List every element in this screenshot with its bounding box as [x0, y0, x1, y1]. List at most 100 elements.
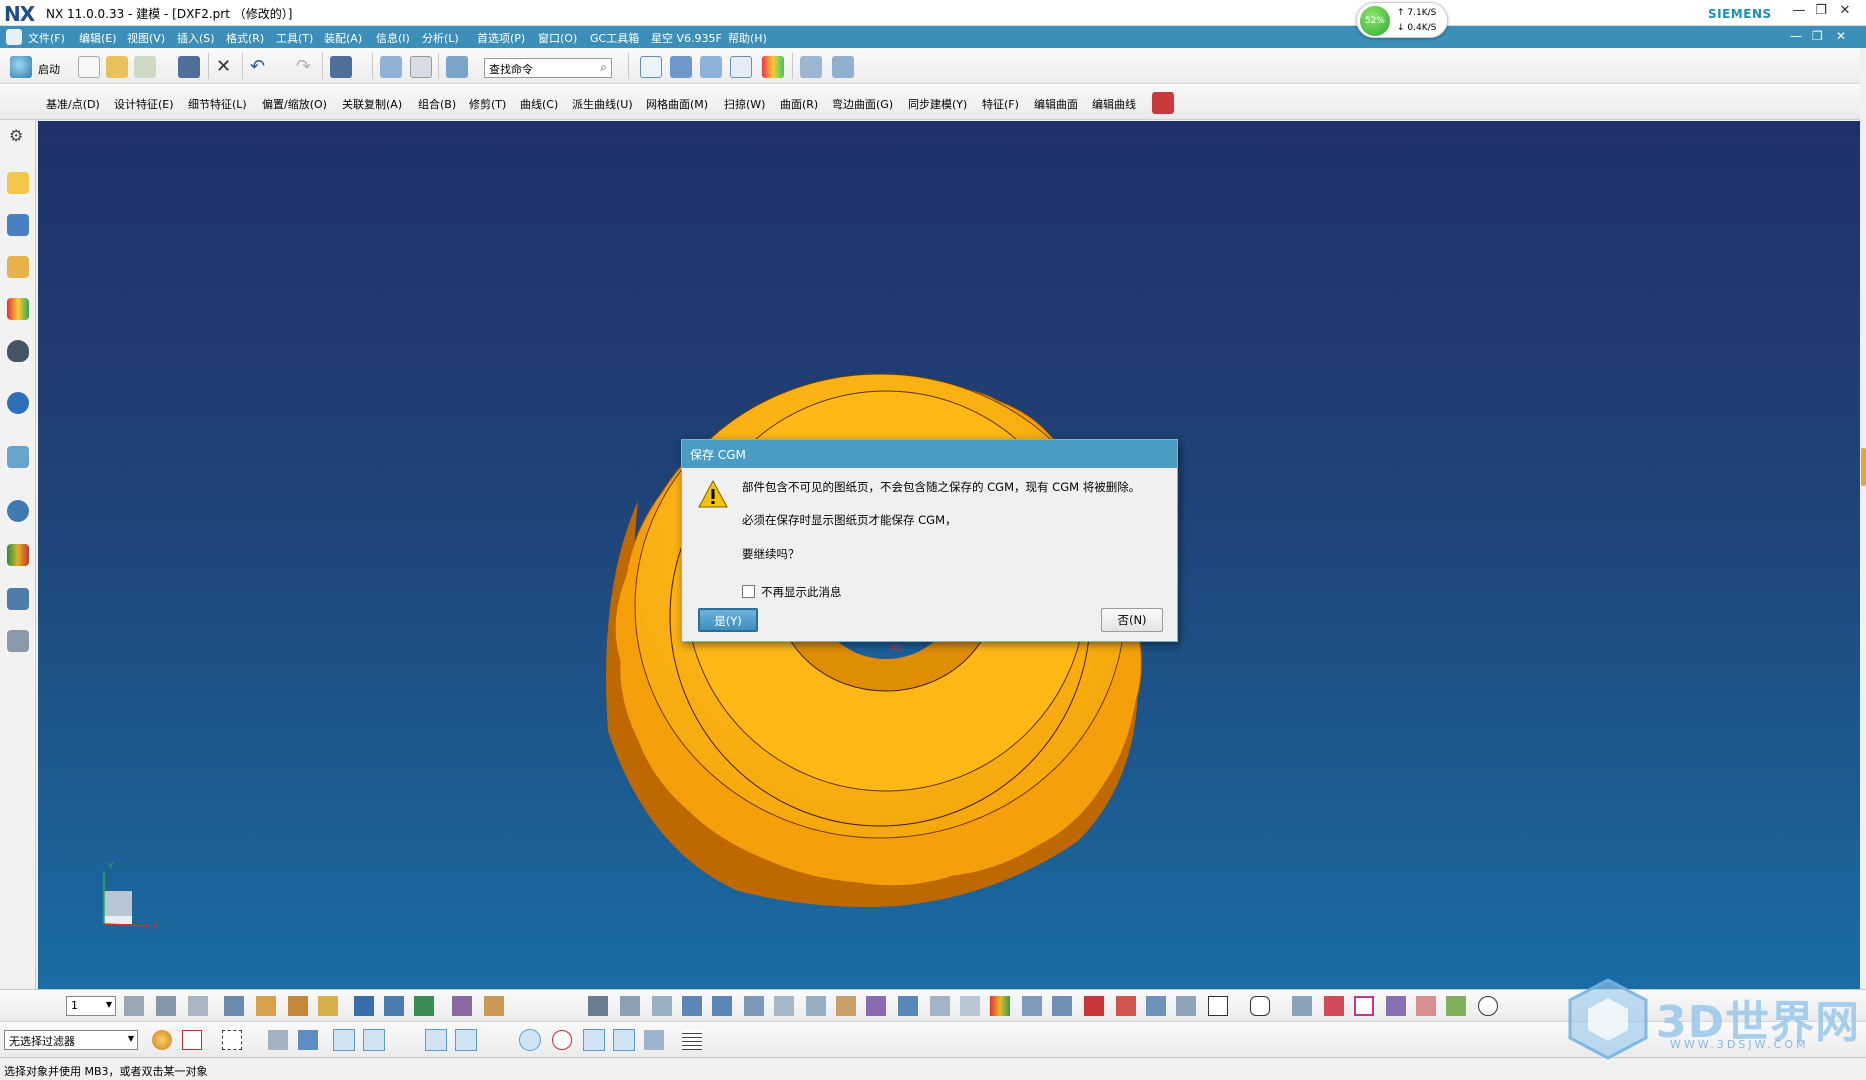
menu-info[interactable]: 信息(I): [376, 30, 410, 46]
menu-view[interactable]: 视图(V): [127, 30, 165, 46]
snap-arc-center-icon[interactable]: [519, 1029, 541, 1051]
layer-settings-icon[interactable]: [124, 996, 144, 1016]
window-cascade-icon[interactable]: [410, 56, 432, 78]
combine-menu[interactable]: 组合(B): [418, 96, 456, 112]
rectangle-icon[interactable]: [1208, 996, 1228, 1016]
studio-icon[interactable]: [762, 56, 784, 78]
save-as-icon[interactable]: [330, 56, 352, 78]
start-icon[interactable]: [10, 56, 32, 78]
save-icon[interactable]: [178, 56, 200, 78]
select-face-icon[interactable]: [268, 1030, 288, 1050]
edit-parameters-icon[interactable]: [588, 996, 608, 1016]
snap-perpendicular-icon[interactable]: [488, 1030, 508, 1050]
menu-help[interactable]: 帮助(H): [728, 30, 767, 46]
feature-menu[interactable]: 特征(F): [982, 96, 1019, 112]
menu-preferences[interactable]: 首选项(P): [477, 30, 525, 46]
work-layer-select[interactable]: 1 ▼: [66, 996, 116, 1016]
yes-button[interactable]: 是(Y): [698, 608, 758, 632]
block-icon[interactable]: [836, 996, 856, 1016]
assembly-navigator-icon[interactable]: [7, 172, 29, 194]
surface-menu[interactable]: 曲面(R): [780, 96, 818, 112]
point-on-curve-icon[interactable]: [1354, 996, 1374, 1016]
snap-intersection-icon[interactable]: [425, 1029, 447, 1051]
no-button[interactable]: 否(N): [1101, 608, 1163, 632]
menu-gc-toolbox[interactable]: GC工具箱: [590, 30, 639, 46]
synchronous-modeling-menu[interactable]: 同步建模(Y): [908, 96, 967, 112]
redo-icon[interactable]: ↷: [296, 56, 311, 77]
extrude-icon[interactable]: [806, 996, 826, 1016]
grid-snap-icon[interactable]: [1324, 996, 1344, 1016]
sweep-menu[interactable]: 扫掠(W): [724, 96, 765, 112]
snap-existing-point-icon[interactable]: [583, 1029, 605, 1051]
transform-icon[interactable]: [744, 996, 764, 1016]
shaded-with-edges-icon[interactable]: [670, 56, 692, 78]
doc-minimize-button[interactable]: —: [1790, 29, 1802, 43]
new-file-icon[interactable]: [78, 56, 100, 78]
start-button[interactable]: 启动: [38, 61, 60, 77]
snap-endpoint-icon[interactable]: [333, 1029, 355, 1051]
undo-icon[interactable]: ↶: [250, 56, 265, 77]
network-monitor-widget[interactable]: 52% ↑ 7.1K/S ↓ 0.4K/S: [1356, 2, 1448, 38]
mirror-icon[interactable]: [1416, 996, 1436, 1016]
feature-tool-icon[interactable]: [1152, 92, 1174, 114]
constraint-navigator-icon[interactable]: [7, 214, 29, 236]
snap-mid-icon[interactable]: [414, 996, 434, 1016]
dont-show-again-checkbox[interactable]: [742, 585, 755, 598]
process-studio-icon[interactable]: [7, 588, 29, 610]
dimension-icon[interactable]: [1292, 996, 1312, 1016]
trim-menu[interactable]: 修剪(T): [469, 96, 506, 112]
system-materials-icon[interactable]: [7, 544, 29, 566]
trim-body-icon[interactable]: [1176, 996, 1196, 1016]
fit-view-icon[interactable]: [640, 56, 662, 78]
detail-feature-menu[interactable]: 细节特征(L): [188, 96, 247, 112]
edit-surface-menu[interactable]: 编辑曲面: [1034, 96, 1078, 112]
snap-point-on-curve-icon[interactable]: [613, 1029, 635, 1051]
open-folder-icon[interactable]: [106, 56, 128, 78]
measure-angle-icon[interactable]: [484, 996, 504, 1016]
snap-on-surface-icon[interactable]: [644, 1030, 664, 1050]
menu-edit[interactable]: 编辑(E): [79, 30, 117, 46]
menu-file[interactable]: 文件(F): [28, 30, 65, 46]
subtract-icon[interactable]: [1116, 996, 1136, 1016]
delete-icon[interactable]: ✕: [216, 56, 231, 77]
polygon-icon[interactable]: [1250, 996, 1270, 1016]
part-navigator-icon[interactable]: [7, 256, 29, 278]
paint-icon[interactable]: [1446, 996, 1466, 1016]
derived-curve-menu[interactable]: 派生曲线(U): [572, 96, 633, 112]
snap-midpoint-icon[interactable]: [363, 1029, 385, 1051]
wcs-dynamic-icon[interactable]: [256, 996, 276, 1016]
edit-curve-menu[interactable]: 编辑曲线: [1092, 96, 1136, 112]
arrow-left-icon[interactable]: [682, 996, 702, 1016]
snap-end-icon[interactable]: [384, 996, 404, 1016]
web-browser-icon[interactable]: [7, 446, 29, 468]
snap-control-point-icon[interactable]: [394, 1030, 414, 1050]
restore-button[interactable]: ❐: [1812, 3, 1830, 21]
unite-icon[interactable]: [1084, 996, 1104, 1016]
select-body-icon[interactable]: [298, 1030, 318, 1050]
rectangle-select-icon[interactable]: [222, 1030, 242, 1050]
pattern-icon[interactable]: [1386, 996, 1406, 1016]
move-to-layer-icon[interactable]: [156, 996, 176, 1016]
snap-quadrant-icon[interactable]: [552, 1030, 572, 1050]
menu-assembly[interactable]: 装配(A): [324, 30, 362, 46]
draft-icon[interactable]: [1022, 996, 1042, 1016]
doc-restore-button[interactable]: ❐: [1812, 29, 1823, 43]
menu-format[interactable]: 格式(R): [226, 30, 264, 46]
face-analysis-icon[interactable]: [990, 996, 1010, 1016]
measure-distance-icon[interactable]: [452, 996, 472, 1016]
suppress-feature-icon[interactable]: [620, 996, 640, 1016]
circle-icon[interactable]: [1478, 996, 1498, 1016]
offset-face-icon[interactable]: [1052, 996, 1072, 1016]
menu-xingkong[interactable]: 星空 V6.935F: [651, 30, 722, 46]
history-icon[interactable]: [7, 500, 29, 522]
nx-menu-icon[interactable]: [6, 29, 22, 45]
cube-icon[interactable]: [866, 996, 886, 1016]
command-search-input[interactable]: 查找命令 ⌕: [484, 58, 612, 78]
sweep-icon[interactable]: [960, 996, 980, 1016]
snap-on-curve-icon[interactable]: [455, 1029, 477, 1051]
close-button[interactable]: ✕: [1836, 3, 1854, 21]
wcs-icon[interactable]: [380, 56, 402, 78]
type-filter-select[interactable]: 无选择过滤器 ▼: [4, 1030, 138, 1050]
shell-icon[interactable]: [930, 996, 950, 1016]
roles-icon[interactable]: [7, 630, 29, 652]
